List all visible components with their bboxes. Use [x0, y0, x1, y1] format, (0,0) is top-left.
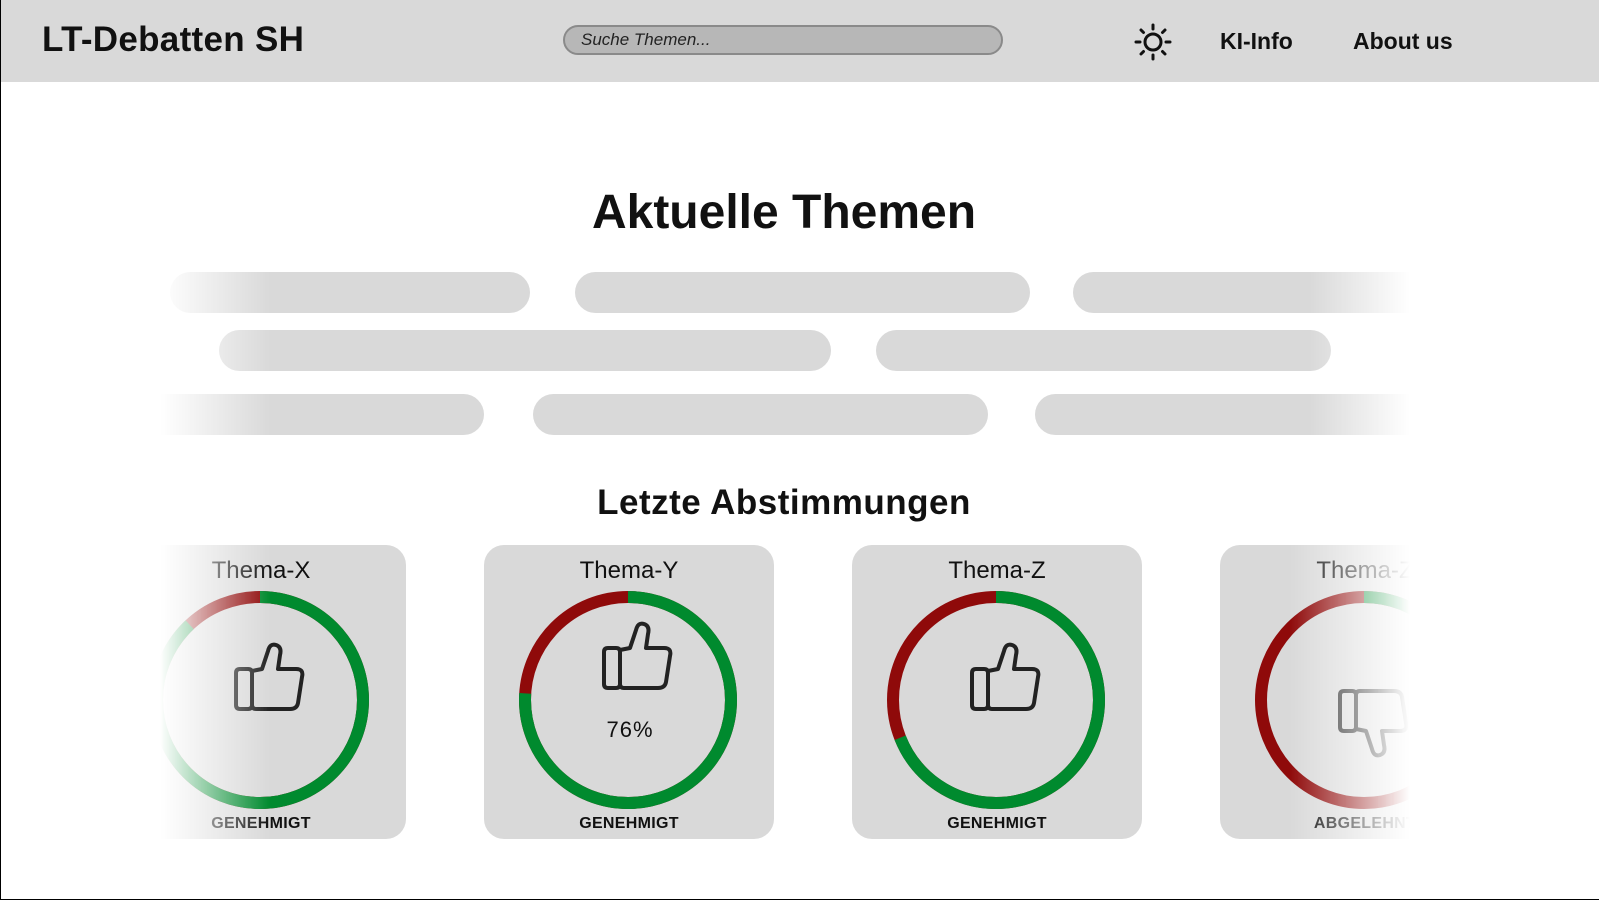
vote-card[interactable]: Thema-Y 76% GENEHMIGT [484, 545, 774, 839]
votes-heading: Letzte Abstimmungen [597, 483, 971, 522]
thumbs-up-icon [234, 642, 305, 711]
vote-card[interactable]: Thema-Z GENEHMIGT [852, 545, 1142, 839]
thumbs-down-icon [1338, 689, 1409, 758]
vote-status-label: GENEHMIGT [211, 815, 311, 832]
topic-pill[interactable] [219, 330, 831, 371]
topic-pill[interactable] [876, 330, 1331, 371]
vote-card-title: Thema-X [211, 557, 311, 584]
topic-pill[interactable] [533, 394, 988, 435]
reject-arc [1255, 591, 1473, 809]
sun-icon[interactable] [1133, 22, 1173, 62]
nav-ki-info[interactable]: KI-Info [1220, 28, 1293, 55]
search-input[interactable] [563, 25, 1003, 55]
topic-pill[interactable] [1035, 394, 1435, 435]
vote-card[interactable]: Thema-Z ABGELEHNT [1220, 545, 1510, 839]
vote-status-label: ABGELEHNT [1313, 815, 1417, 832]
vote-card[interactable]: Thema-X GENEHMIGT [116, 545, 406, 839]
vote-result-ring [887, 591, 1105, 809]
nav-about-us[interactable]: About us [1353, 28, 1453, 55]
vote-result-ring [151, 591, 369, 809]
thumbs-up-icon [970, 642, 1041, 711]
site-logo-text[interactable]: LT-Debatten SH [42, 20, 304, 60]
vote-status-label: GENEHMIGT [579, 815, 679, 832]
vote-card-title: Thema-Z [1316, 557, 1414, 584]
topics-heading: Aktuelle Themen [591, 186, 977, 239]
top-bar: LT-Debatten SH KI-Info About us [0, 0, 1599, 82]
approval-percent: 76% [606, 717, 653, 742]
topic-pill[interactable] [170, 272, 530, 313]
approve-arc [151, 591, 369, 809]
vote-card-title: Thema-Y [579, 557, 679, 584]
vote-status-label: GENEHMIGT [947, 815, 1047, 832]
topic-pill[interactable] [100, 394, 484, 435]
topic-pill[interactable] [575, 272, 1030, 313]
topic-pill-carousel [100, 266, 1435, 446]
vote-card-title: Thema-Z [948, 557, 1046, 584]
vote-result-ring [1255, 591, 1473, 809]
vote-card-carousel: Thema-X GENEHMIGT Thema-Y 76% GENEHMIGT … [116, 540, 1510, 850]
vote-result-ring: 76% [519, 591, 737, 809]
thumbs-up-icon [602, 621, 673, 690]
topic-pill[interactable] [1073, 272, 1433, 313]
